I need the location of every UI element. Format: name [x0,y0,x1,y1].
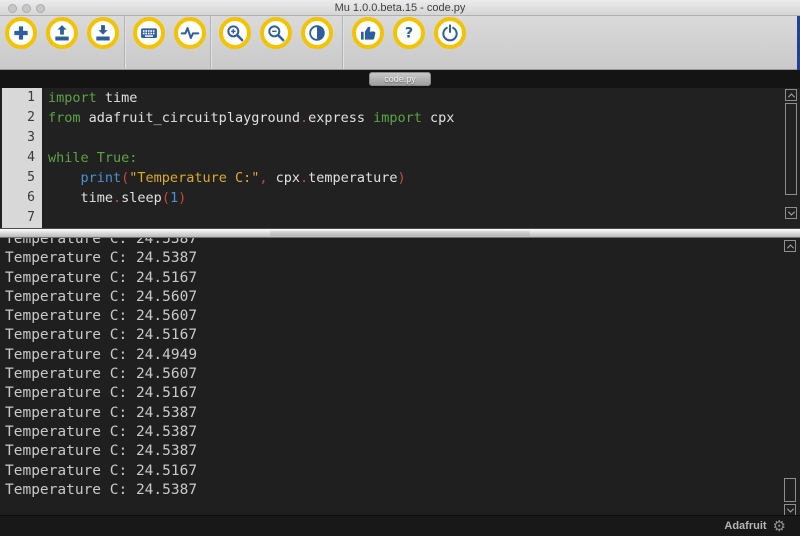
code-editor-pane[interactable]: 1234567 import timefrom adafruit_circuit… [0,88,800,228]
console-scrollbar-thumb[interactable] [784,478,796,502]
line-number: 4 [2,148,42,168]
gear-icon[interactable]: ⚙ [773,519,786,534]
zoom-in-button[interactable] [219,17,251,49]
console-line: Temperature C: 24.5387 [5,423,800,442]
console-line: Temperature C: 24.5387 [5,249,800,268]
quit-button[interactable] [434,17,466,49]
code-line: time.sleep(1) [48,188,780,208]
thumbs-up-icon [358,23,378,43]
status-bar: Adafruit ⚙ [0,515,800,536]
toolbar-group [5,16,119,49]
console-line: Temperature C: 24.5607 [5,307,800,326]
magnifier-plus-icon [225,23,245,43]
tab-bar: code.py [0,70,800,88]
console-line: Temperature C: 24.5607 [5,365,800,384]
toolbar-separator [124,16,125,69]
line-number: 5 [2,168,42,188]
toolbar-group: ? [352,16,466,49]
download-icon [93,23,113,43]
serial-button[interactable] [174,17,206,49]
line-number: 2 [2,108,42,128]
line-number: 6 [2,188,42,208]
serial-console-pane[interactable]: Temperature C: 24.5387Temperature C: 24.… [0,238,800,515]
plus-icon [11,23,31,43]
theme-button[interactable] [301,17,333,49]
code-line: import time [48,88,780,108]
upload-icon [52,23,72,43]
console-line: Temperature C: 24.5167 [5,269,800,288]
tab-code-py[interactable]: code.py [369,72,431,86]
code-line [48,208,780,228]
editor-scrollbar-thumb[interactable] [785,103,797,195]
line-number-gutter: 1234567 [2,88,42,228]
editor-scroll-down-icon[interactable] [785,207,797,219]
console-line: Temperature C: 24.5167 [5,462,800,481]
console-scroll-up-icon[interactable] [784,240,796,252]
question-icon: ? [399,23,419,43]
contrast-icon [307,23,327,43]
line-number: 7 [2,208,42,228]
pulse-icon [180,23,200,43]
new-button[interactable] [5,17,37,49]
repl-button[interactable] [133,17,165,49]
save-button[interactable] [87,17,119,49]
console-line: Temperature C: 24.4949 [5,346,800,365]
svg-text:?: ? [405,26,413,42]
console-line: Temperature C: 24.5387 [5,481,800,500]
console-line: Temperature C: 24.5387 [5,442,800,461]
console-scroll-down-icon[interactable] [784,504,796,515]
window-title-bar: Mu 1.0.0.beta.15 - code.py [0,0,800,16]
code-line: from adafruit_circuitplayground.express … [48,108,780,128]
toolbar-group [219,16,333,49]
code-text: import timefrom adafruit_circuitplaygrou… [48,88,780,228]
code-line [48,128,780,148]
line-number: 1 [2,88,42,108]
toolbar-separator [210,16,211,69]
load-button[interactable] [46,17,78,49]
editor-scrollbar[interactable] [785,89,797,221]
help-button[interactable]: ? [393,17,425,49]
console-line: Temperature C: 24.5607 [5,288,800,307]
line-number: 3 [2,128,42,148]
power-icon [440,23,460,43]
code-line: print("Temperature C:", cpx.temperature) [48,168,780,188]
console-scrollbar[interactable] [784,240,796,514]
keyboard-icon [139,23,159,43]
magnifier-minus-icon [266,23,286,43]
toolbar: ? [0,16,800,70]
console-line: Temperature C: 24.5387 [5,238,800,249]
code-line: while True: [48,148,780,168]
toolbar-separator [342,16,343,69]
mode-label: Adafruit [724,520,766,532]
console-line: Temperature C: 24.5167 [5,384,800,403]
toolbar-group [133,16,206,49]
console-output: Temperature C: 24.5387Temperature C: 24.… [0,238,800,500]
zoom-out-button[interactable] [260,17,292,49]
pane-splitter[interactable] [0,228,800,238]
console-line: Temperature C: 24.5387 [5,404,800,423]
window-title: Mu 1.0.0.beta.15 - code.py [0,2,800,14]
console-line: Temperature C: 24.5167 [5,326,800,345]
check-button[interactable] [352,17,384,49]
editor-scroll-up-icon[interactable] [785,89,797,101]
